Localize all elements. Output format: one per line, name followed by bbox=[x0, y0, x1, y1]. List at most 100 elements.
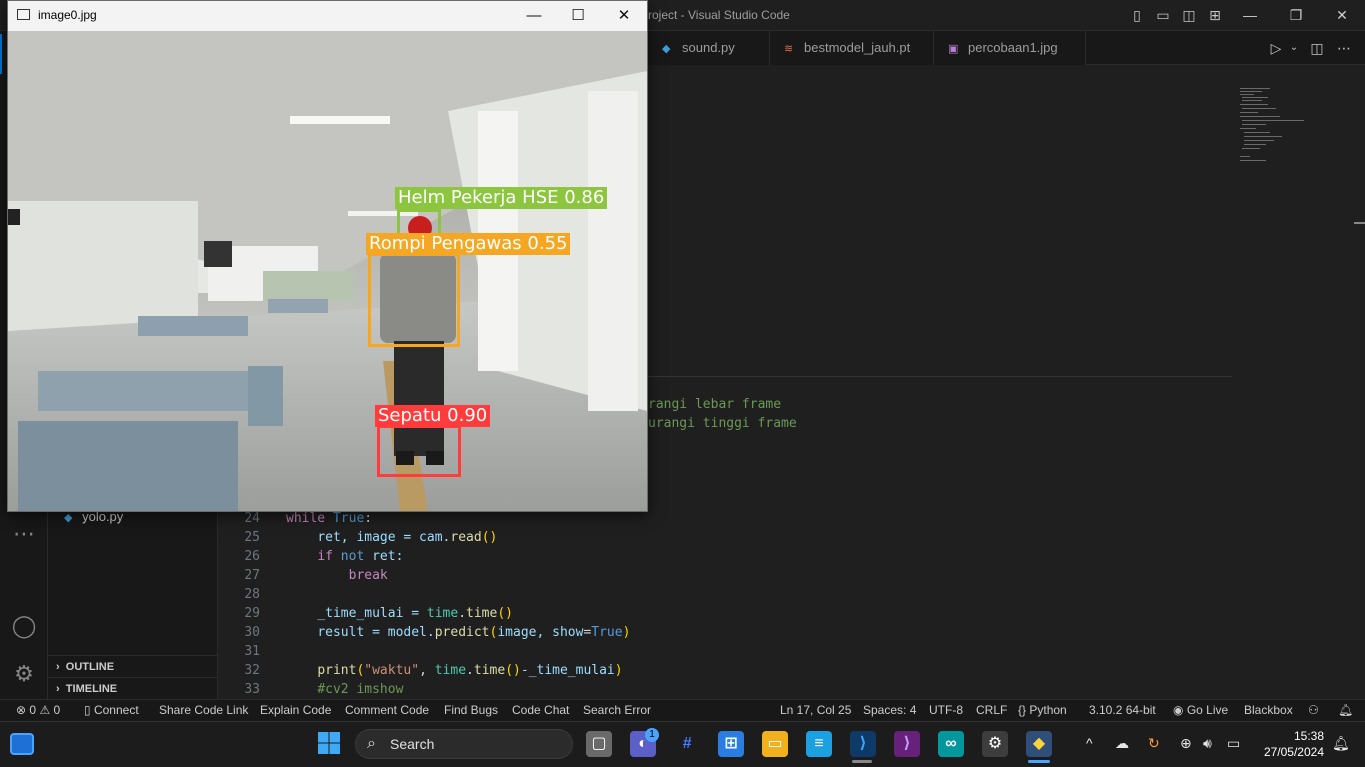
image-minimize-button[interactable]: — bbox=[511, 1, 557, 30]
toggle-secondary-sidebar-icon[interactable]: ◫ bbox=[1181, 7, 1197, 23]
windows-start-icon[interactable] bbox=[316, 731, 342, 757]
python-interpreter[interactable]: 3.10.2 64-bit bbox=[1089, 703, 1156, 717]
clock-time[interactable]: 15:38 bbox=[1262, 729, 1324, 743]
split-editor-icon[interactable]: ◫ bbox=[1309, 40, 1325, 56]
search-icon: ⌕ bbox=[367, 735, 376, 752]
problems-indicator[interactable]: ⊗ 0 ⚠ 0 bbox=[16, 703, 60, 717]
error-icon: ⊗ bbox=[16, 703, 27, 717]
visual-studio-icon[interactable]: ⟩ bbox=[894, 731, 920, 757]
chevron-right-icon: › bbox=[56, 661, 60, 673]
go-live-button[interactable]: ◉ Go Live bbox=[1173, 703, 1228, 717]
detection-label-vest: Rompi Pengawas 0.55 bbox=[366, 233, 571, 255]
customize-layout-icon[interactable]: ⊞ bbox=[1207, 7, 1223, 23]
more-actions-icon[interactable]: ⋯ bbox=[1336, 40, 1352, 56]
window-title: roject - Visual Studio Code bbox=[648, 8, 790, 22]
language-mode[interactable]: {} Python bbox=[1018, 703, 1067, 717]
vscode-icon[interactable]: ⟩ bbox=[850, 731, 876, 757]
tab-percobaan1[interactable]: ▣ percobaan1.jpg bbox=[934, 31, 1086, 65]
timeline-section[interactable]: › TIMELINE bbox=[48, 677, 218, 699]
accounts-icon[interactable]: ⚇ bbox=[1308, 703, 1319, 717]
python-app-icon[interactable]: ◆ bbox=[1026, 731, 1052, 757]
close-button[interactable]: ✕ bbox=[1322, 4, 1362, 26]
detection-label-shoes: Sepatu 0.90 bbox=[375, 405, 491, 427]
code-line: 32 print("waktu", time.time()-_time_mula… bbox=[244, 663, 623, 678]
sync-icon[interactable]: ↻ bbox=[1148, 735, 1160, 752]
share-code-link[interactable]: Share Code Link bbox=[159, 703, 248, 717]
broadcast-icon: ◉ bbox=[1173, 703, 1184, 717]
code-line: 26 if not ret: bbox=[244, 549, 404, 564]
line-endings[interactable]: CRLF bbox=[976, 703, 1007, 717]
cursor-position[interactable]: Ln 17, Col 25 bbox=[780, 703, 851, 717]
tab-bestmodel[interactable]: ≋ bestmodel_jauh.pt bbox=[770, 31, 934, 65]
scrollbar-marker bbox=[1354, 222, 1365, 224]
active-indicator bbox=[0, 34, 2, 74]
connect-button[interactable]: ▯ Connect bbox=[84, 703, 139, 717]
search-placeholder: Search bbox=[390, 736, 435, 752]
find-bugs[interactable]: Find Bugs bbox=[444, 703, 498, 717]
blackbox-button[interactable]: Blackbox bbox=[1244, 703, 1293, 717]
active-indicator bbox=[1028, 760, 1050, 763]
code-line: 29 _time_mulai = time.time() bbox=[244, 606, 513, 621]
widgets-icon[interactable] bbox=[10, 733, 34, 755]
hash-app-icon[interactable]: # bbox=[674, 731, 700, 757]
notifications-bell-icon[interactable]: 🔔︎ bbox=[1338, 703, 1353, 717]
toggle-primary-sidebar-icon[interactable]: ▯ bbox=[1129, 7, 1145, 23]
document-icon: ▯ bbox=[84, 703, 91, 717]
code-chat[interactable]: Code Chat bbox=[512, 703, 569, 717]
notepad-icon[interactable]: ≡ bbox=[806, 731, 832, 757]
image-icon: ▣ bbox=[948, 43, 959, 55]
notifications-bell-icon[interactable]: 🔔︎ bbox=[1332, 735, 1350, 752]
detection-image: Helm Pekerja HSE 0.86 Rompi Pengawas 0.5… bbox=[8, 31, 647, 511]
search-error[interactable]: Search Error bbox=[583, 703, 651, 717]
detection-box-vest bbox=[368, 253, 460, 347]
explain-code[interactable]: Explain Code bbox=[260, 703, 331, 717]
code-line: 31 bbox=[244, 644, 260, 659]
globe-icon[interactable]: ⊕ bbox=[1180, 735, 1192, 752]
divider bbox=[648, 376, 1232, 377]
file-icon: ≋ bbox=[784, 43, 794, 55]
app-icon bbox=[17, 9, 30, 20]
code-comment: urangi tinggi frame bbox=[648, 416, 797, 431]
store-icon[interactable]: ⊞ bbox=[718, 731, 744, 757]
image-window-title: image0.jpg bbox=[38, 8, 97, 22]
braces-icon: {} bbox=[1018, 703, 1027, 717]
comment-code[interactable]: Comment Code bbox=[345, 703, 429, 717]
taskbar-search[interactable] bbox=[355, 729, 573, 759]
task-view-icon[interactable]: ▢ bbox=[586, 731, 612, 757]
corridor-scene bbox=[8, 31, 647, 511]
toggle-panel-icon[interactable]: ▭ bbox=[1155, 7, 1171, 23]
running-indicator bbox=[852, 760, 872, 763]
image-close-button[interactable]: ✕ bbox=[601, 1, 647, 30]
indentation[interactable]: Spaces: 4 bbox=[863, 703, 916, 717]
code-line: 30 result = model.predict(image, show=Tr… bbox=[244, 625, 631, 640]
clock-date[interactable]: 27/05/2024 bbox=[1258, 745, 1324, 759]
cloud-icon[interactable]: ☁ bbox=[1115, 735, 1129, 752]
detection-box-shoes bbox=[377, 425, 461, 477]
code-comment: rangi lebar frame bbox=[648, 397, 782, 412]
arduino-icon[interactable]: ∞ bbox=[938, 731, 964, 757]
volume-icon[interactable]: 🔊︎ bbox=[1203, 735, 1212, 752]
file-explorer-icon[interactable]: ▭ bbox=[762, 731, 788, 757]
code-line: 28 bbox=[244, 587, 260, 602]
tab-sound-py[interactable]: ◆ sound.py bbox=[648, 31, 770, 65]
code-line: 33 #cv2 imshow bbox=[244, 682, 404, 697]
run-icon[interactable]: ▷ bbox=[1268, 40, 1284, 56]
outline-section[interactable]: › OUTLINE bbox=[48, 655, 218, 677]
more-icon[interactable]: ⋯ bbox=[10, 520, 38, 548]
encoding[interactable]: UTF-8 bbox=[929, 703, 963, 717]
warning-icon: ⚠ bbox=[39, 703, 51, 717]
run-dropdown-icon[interactable]: ⌄ bbox=[1286, 40, 1302, 56]
chevron-up-icon[interactable]: ^ bbox=[1086, 735, 1093, 751]
minimap[interactable] bbox=[1238, 86, 1318, 166]
chevron-right-icon: › bbox=[56, 683, 60, 695]
settings-icon[interactable]: ⚙ bbox=[982, 731, 1008, 757]
settings-gear-icon[interactable]: ⚙ bbox=[10, 660, 38, 688]
minimize-button[interactable]: — bbox=[1230, 4, 1270, 26]
code-line: 27 break bbox=[244, 568, 388, 583]
python-icon: ◆ bbox=[64, 512, 73, 524]
detection-label-helmet: Helm Pekerja HSE 0.86 bbox=[395, 187, 608, 209]
image-maximize-button[interactable]: ☐ bbox=[555, 1, 601, 30]
account-icon[interactable]: ◯ bbox=[10, 612, 38, 640]
restore-button[interactable]: ❐ bbox=[1276, 4, 1316, 26]
battery-icon[interactable]: ▭ bbox=[1227, 735, 1240, 752]
